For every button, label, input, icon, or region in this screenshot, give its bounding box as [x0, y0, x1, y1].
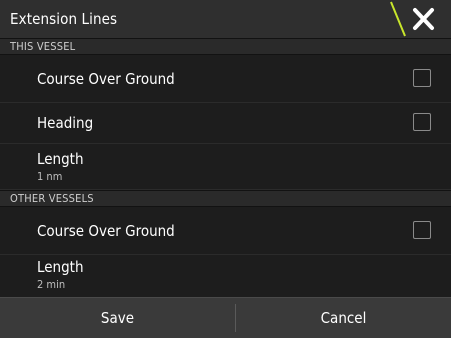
heading-checkbox[interactable]	[413, 113, 431, 131]
row-this-vessel-heading[interactable]: Heading	[0, 103, 451, 144]
row-label: Course Over Ground	[37, 70, 175, 88]
dialog-title: Extension Lines	[10, 10, 118, 28]
row-this-vessel-course-over-ground[interactable]: Course Over Ground	[0, 55, 451, 103]
length-value: 2 min	[37, 278, 66, 291]
section-header-this-vessel: THIS VESSEL	[0, 38, 451, 55]
row-other-vessels-length[interactable]: Length 2 min	[0, 255, 451, 297]
dialog-footer: Save Cancel	[0, 297, 451, 338]
extension-lines-dialog: Extension Lines THIS VESSEL Course Over …	[0, 0, 451, 338]
course-over-ground-checkbox[interactable]	[413, 69, 431, 87]
close-button[interactable]	[389, 0, 451, 38]
row-label: Course Over Ground	[37, 222, 175, 240]
row-other-vessels-course-over-ground[interactable]: Course Over Ground	[0, 207, 451, 255]
row-label: Length	[37, 258, 84, 276]
row-label: Length	[37, 150, 84, 168]
course-over-ground-checkbox[interactable]	[413, 221, 431, 239]
close-icon	[390, 1, 434, 37]
section-header-other-vessels: OTHER VESSELS	[0, 190, 451, 207]
save-button[interactable]: Save	[0, 298, 235, 338]
section-title: OTHER VESSELS	[10, 192, 94, 205]
section-title: THIS VESSEL	[10, 40, 76, 53]
cancel-button[interactable]: Cancel	[236, 298, 451, 338]
length-value: 1 nm	[37, 170, 63, 183]
dialog-titlebar: Extension Lines	[0, 0, 451, 39]
row-label: Heading	[37, 114, 94, 132]
row-this-vessel-length[interactable]: Length 1 nm	[0, 144, 451, 190]
